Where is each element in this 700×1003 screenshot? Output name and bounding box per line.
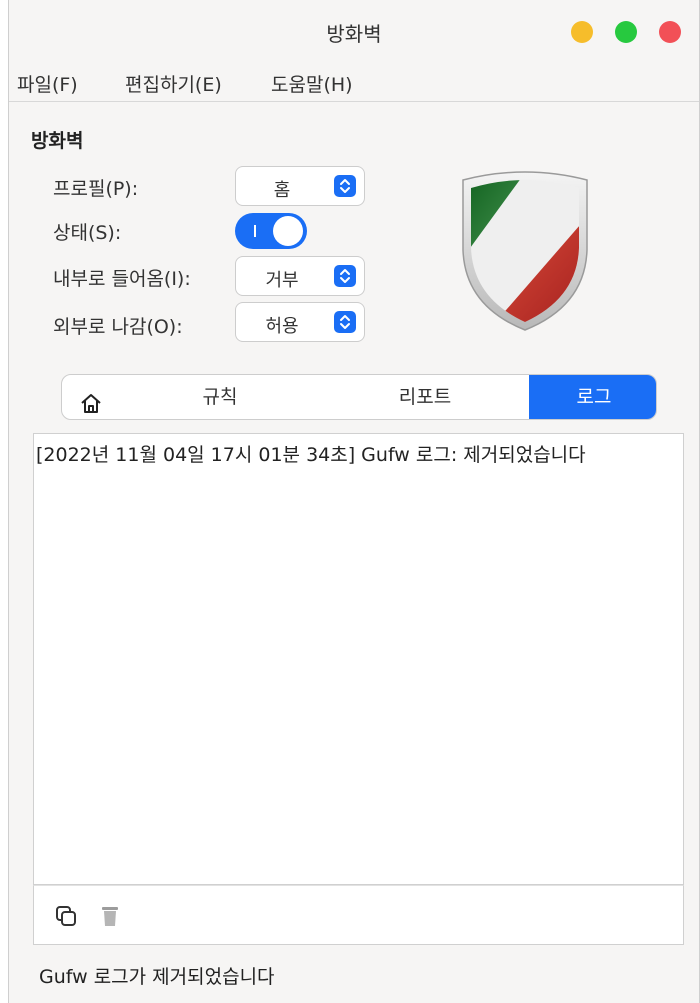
window-title: 방화벽 [326, 22, 382, 46]
tab-home[interactable] [62, 375, 120, 419]
tab-rules[interactable]: 규칙 [120, 375, 320, 419]
profile-label: 프로필(P): [53, 178, 139, 200]
maximize-button[interactable] [615, 21, 637, 43]
trash-icon[interactable] [98, 904, 122, 928]
section-title: 방화벽 [31, 130, 84, 152]
outgoing-select[interactable]: 허용 [235, 302, 365, 342]
status-message: Gufw 로그가 제거되었습니다 [39, 966, 275, 988]
title-bar: 방화벽 [9, 0, 699, 62]
updown-chevron-icon [334, 311, 356, 333]
shield-icon [457, 170, 593, 332]
minimize-button[interactable] [571, 21, 593, 43]
outgoing-value: 허용 [265, 316, 299, 337]
log-toolbar [33, 885, 684, 945]
tab-log[interactable]: 로그 [529, 375, 656, 419]
profile-value: 홈 [273, 180, 291, 201]
log-view[interactable]: [2022년 11월 04일 17시 01분 34초] Gufw 로그: 제거되… [33, 433, 684, 885]
updown-chevron-icon [334, 175, 356, 197]
incoming-label: 내부로 들어옴(I): [53, 268, 191, 290]
menu-help[interactable]: 도움말(H) [271, 70, 353, 97]
switch-knob [273, 216, 303, 246]
close-button[interactable] [659, 21, 681, 43]
tab-report[interactable]: 리포트 [320, 375, 530, 419]
home-icon [79, 386, 103, 419]
profile-select[interactable]: 홈 [235, 166, 365, 206]
outgoing-label: 외부로 나감(O): [53, 316, 183, 338]
menu-edit[interactable]: 편집하기(E) [125, 70, 222, 97]
tab-bar: 규칙 리포트 로그 [61, 374, 657, 420]
incoming-select[interactable]: 거부 [235, 256, 365, 296]
firewall-window: 방화벽 파일(F) 편집하기(E) 도움말(H) 방화벽 프로필(P): 홈 상… [8, 0, 700, 1003]
status-switch[interactable] [235, 213, 307, 249]
incoming-value: 거부 [265, 270, 299, 291]
menu-file[interactable]: 파일(F) [17, 70, 78, 97]
status-bar: Gufw 로그가 제거되었습니다 [9, 946, 699, 1003]
log-line: [2022년 11월 04일 17시 01분 34초] Gufw 로그: 제거되… [36, 444, 586, 466]
switch-on-mark [254, 225, 256, 237]
copy-icon[interactable] [54, 904, 78, 928]
menu-bar: 파일(F) 편집하기(E) 도움말(H) [9, 62, 699, 102]
updown-chevron-icon [334, 265, 356, 287]
status-label: 상태(S): [53, 222, 122, 244]
